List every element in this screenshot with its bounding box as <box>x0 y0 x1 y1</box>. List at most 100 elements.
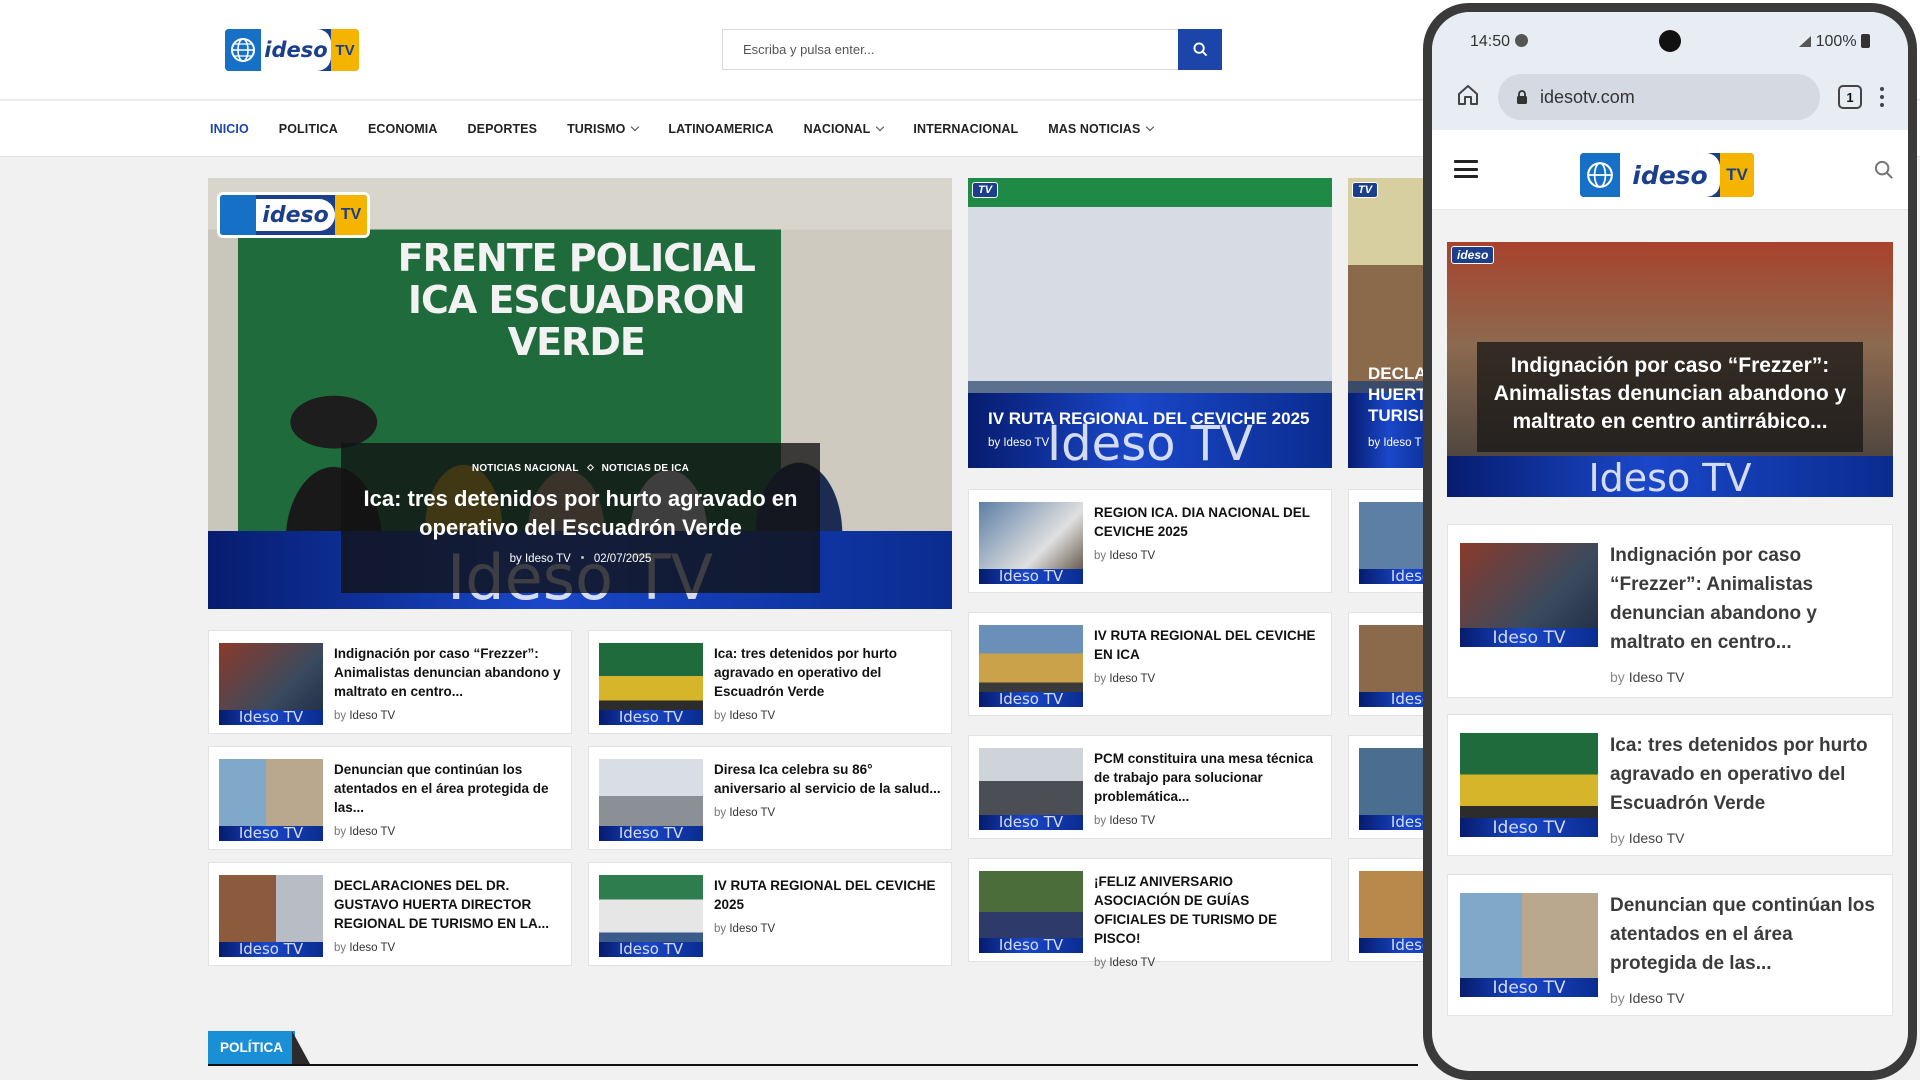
search-input[interactable] <box>723 30 1178 69</box>
by-label: by <box>509 553 522 565</box>
mobile-article-card[interactable]: Ideso TV Indignación por caso “Frezzer”:… <box>1447 524 1893 698</box>
author-link[interactable]: Ideso TV <box>1629 669 1685 685</box>
nav-item-nacional[interactable]: NACIONAL <box>803 122 885 136</box>
nav-item-economia[interactable]: ECONOMIA <box>368 122 438 136</box>
article-card[interactable]: Ideso TV PCM constituira una mesa técnic… <box>968 735 1332 839</box>
article-title[interactable]: Diresa Ica celebra su 86° aniversario al… <box>714 760 941 798</box>
category-link[interactable]: NOTICIAS NACIONAL <box>472 463 579 474</box>
thumb-watermark: Ideso TV <box>618 940 684 957</box>
article-thumbnail: Ideso TV <box>1460 893 1598 997</box>
category-link[interactable]: NOTICIAS DE ICA <box>602 463 689 474</box>
article-card[interactable]: Ideso TV Diresa Ica celebra su 86° anive… <box>588 746 952 850</box>
thumb-watermark: Ideso TV <box>1492 978 1566 997</box>
author-link[interactable]: Ideso TV <box>349 942 395 954</box>
hero-logo-tv: TV <box>335 195 367 235</box>
article-card[interactable]: Ideso TV ¡FELIZ ANIVERSARIO ASOCIACIÓN D… <box>968 858 1332 969</box>
article-card[interactable]: Ideso TV Ica: tres detenidos por hurto a… <box>588 630 952 734</box>
article-card[interactable]: Ideso TV IV RUTA REGIONAL DEL CEVICHE 20… <box>588 862 952 966</box>
article-title[interactable]: Denuncian que continúan los atentados en… <box>1610 891 1882 978</box>
article-byline: by Ideso TV <box>714 710 941 722</box>
article-title[interactable]: DECLARACIONES DEL DR. GUSTAVO HUERTA DIR… <box>334 876 561 933</box>
article-title[interactable]: Denuncian que continúan los atentados en… <box>334 760 561 817</box>
logo-word: ideso <box>1620 153 1720 197</box>
article-title[interactable]: Indignación por caso “Frezzer”: Animalis… <box>334 644 561 701</box>
author-link[interactable]: Ideso TV <box>1109 815 1155 827</box>
by-label: by <box>714 807 727 819</box>
article-card[interactable]: Ideso TV DECLARACIONES DEL DR. GUSTAVO H… <box>208 862 572 966</box>
nav-label: INICIO <box>210 122 249 136</box>
article-title[interactable]: ¡FELIZ ANIVERSARIO ASOCIACIÓN DE GUÍAS O… <box>1094 872 1321 948</box>
thumb-chip: TV <box>972 182 999 198</box>
article-card[interactable]: Ideso TV REGION ICA. DIA NACIONAL DEL CE… <box>968 489 1332 593</box>
mobile-logo[interactable]: ideso TV <box>1580 153 1754 197</box>
address-bar[interactable]: idesotv.com <box>1498 74 1820 120</box>
article-title[interactable]: Ica: tres detenidos por hurto agravado e… <box>1610 731 1882 818</box>
article-thumbnail: Ideso TV <box>979 502 1083 584</box>
feature-byline: by Ideso TV <box>988 437 1049 449</box>
article-title[interactable]: IV RUTA REGIONAL DEL CEVICHE EN ICA <box>1094 626 1321 664</box>
mobile-hero-title[interactable]: Indignación por caso “Frezzer”: Animalis… <box>1481 352 1859 436</box>
article-title[interactable]: Ica: tres detenidos por hurto agravado e… <box>714 644 941 701</box>
nav-label: ECONOMIA <box>367 122 438 136</box>
hero-article[interactable]: FRENTE POLICIAL ICA ESCUADRON VERDE Ides… <box>208 178 952 609</box>
feature-article[interactable]: Ideso TV TV IV RUTA REGIONAL DEL CEVICHE… <box>968 178 1332 468</box>
nav-item-turismo[interactable]: TURISMO <box>567 122 640 136</box>
nav-item-internacional[interactable]: INTERNACIONAL <box>913 122 1018 136</box>
by-label: by <box>334 826 347 838</box>
article-title[interactable]: Indignación por caso “Frezzer”: Animalis… <box>1610 541 1882 657</box>
by-label: by <box>334 710 347 722</box>
article-byline: by Ideso TV <box>1610 669 1882 685</box>
nav-label: POLITICA <box>278 122 338 136</box>
nav-item-politica[interactable]: POLITICA <box>279 122 338 136</box>
home-icon[interactable] <box>1456 83 1480 112</box>
article-title[interactable]: REGION ICA. DIA NACIONAL DEL CEVICHE 202… <box>1094 503 1321 541</box>
article-title[interactable]: IV RUTA REGIONAL DEL CEVICHE 2025 <box>714 876 941 914</box>
author-link[interactable]: Ideso TV <box>525 553 571 565</box>
by-label: by <box>334 942 347 954</box>
article-byline: by Ideso TV <box>1610 990 1882 1006</box>
hamburger-icon[interactable] <box>1454 160 1478 178</box>
thumb-watermark: Ideso TV <box>238 824 304 841</box>
search-button[interactable] <box>1178 29 1222 70</box>
author-link[interactable]: Ideso TV <box>1109 673 1155 685</box>
search-icon[interactable] <box>1874 160 1894 185</box>
mobile-hero-article[interactable]: Ideso TV ideso Indignación por caso “Fre… <box>1447 242 1893 497</box>
mobile-article-card[interactable]: Ideso TV Denuncian que continúan los ate… <box>1447 874 1893 1016</box>
nav-item-latinoamerica[interactable]: LATINOAMERICA <box>668 122 773 136</box>
feature-title[interactable]: IV RUTA REGIONAL DEL CEVICHE 2025 <box>988 409 1322 429</box>
thumb-watermark: Ideso TV <box>238 708 304 725</box>
signal-icon <box>1799 36 1812 47</box>
nav-item-mas-noticias[interactable]: MAS NOTICIAS <box>1048 122 1155 136</box>
article-title[interactable]: PCM constituira una mesa técnica de trab… <box>1094 749 1321 806</box>
feature-title[interactable]: DECLA HUERT TURISI <box>1368 363 1428 426</box>
author-link[interactable]: Ideso TV <box>729 710 775 722</box>
mobile-article-card[interactable]: Ideso TV Ica: tres detenidos por hurto a… <box>1447 714 1893 856</box>
article-thumbnail: Ideso TV <box>979 748 1083 830</box>
author-link[interactable]: Ideso TV <box>729 807 775 819</box>
nav-label: NACIONAL <box>803 122 871 136</box>
kebab-menu-icon[interactable] <box>1880 87 1884 107</box>
tab-switcher-button[interactable]: 1 <box>1838 85 1862 109</box>
hero-title[interactable]: Ica: tres detenidos por hurto agravado e… <box>353 484 808 542</box>
article-thumbnail: Ideso TV <box>599 643 703 725</box>
nav-item-inicio[interactable]: INICIO <box>210 122 249 136</box>
article-card[interactable]: Ideso TV Indignación por caso “Frezzer”:… <box>208 630 572 734</box>
author-link[interactable]: Ideso TV <box>1109 957 1155 969</box>
author-link[interactable]: Ideso TV <box>729 923 775 935</box>
author-link[interactable]: Ideso TV <box>1629 990 1685 1006</box>
nav-label: INTERNACIONAL <box>913 122 1019 136</box>
section-tag[interactable]: POLÍTICA <box>208 1031 295 1064</box>
hero-meta: by Ideso TV 02/07/2025 <box>353 553 808 565</box>
author-link[interactable]: Ideso TV <box>1629 830 1685 846</box>
chevron-down-icon <box>876 122 885 132</box>
status-time: 14:50 <box>1470 33 1528 51</box>
nav-item-deportes[interactable]: DEPORTES <box>468 122 538 136</box>
author-link[interactable]: Ideso TV <box>349 826 395 838</box>
author-link[interactable]: Ideso TV <box>1003 437 1049 449</box>
site-logo[interactable]: ideso TV <box>225 29 359 71</box>
author-link[interactable]: Ideso TV <box>349 710 395 722</box>
article-card[interactable]: Ideso TV IV RUTA REGIONAL DEL CEVICHE EN… <box>968 612 1332 716</box>
hero-logo-word: ideso <box>256 199 335 231</box>
author-link[interactable]: Ideso TV <box>1109 550 1155 562</box>
article-card[interactable]: Ideso TV Denuncian que continúan los ate… <box>208 746 572 850</box>
